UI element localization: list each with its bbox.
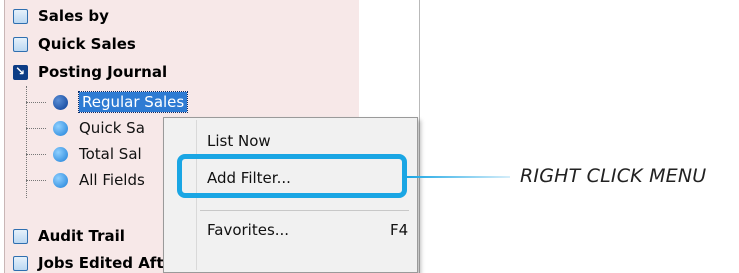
folder-icon [13, 36, 28, 52]
tree-connector-line [26, 102, 46, 103]
highlight-box [177, 154, 407, 198]
tree-child-label: Total Sal [79, 145, 142, 163]
report-dot-icon [53, 120, 68, 136]
open-folder-icon [13, 64, 28, 80]
tree-item-audit-trail[interactable]: Audit Trail [13, 222, 125, 250]
folder-icon [13, 228, 28, 244]
menu-item-favorites-shortcut: F4 [390, 221, 409, 239]
tree-item-posting-journal[interactable]: Posting Journal [13, 58, 167, 86]
tree-item-sales-by[interactable]: Sales by [13, 2, 109, 30]
folder-icon [13, 255, 28, 271]
tree-connector-line [26, 128, 46, 129]
menu-item-list-now[interactable]: List Now [207, 132, 271, 150]
tree-child-label: All Fields [79, 171, 145, 189]
tree-item-label: Sales by [38, 7, 109, 25]
menu-separator [200, 210, 409, 211]
folder-icon [13, 8, 28, 24]
tree-child-quick-sales[interactable]: Quick Sa [53, 115, 145, 141]
callout-line [407, 176, 510, 178]
tree-item-label: Quick Sales [38, 35, 136, 53]
tree-item-quick-sales[interactable]: Quick Sales [13, 30, 136, 58]
tree-child-label: Quick Sa [79, 119, 145, 137]
report-dot-icon [53, 94, 68, 110]
tree-child-all-fields[interactable]: All Fields [53, 167, 145, 193]
callout-label: RIGHT CLICK MENU [520, 165, 707, 187]
tree-child-total-sales[interactable]: Total Sal [53, 141, 142, 167]
tree-connector-line [26, 180, 46, 181]
report-dot-icon [53, 172, 68, 188]
menu-item-favorites[interactable]: Favorites... [207, 221, 289, 239]
tree-child-label: Regular Sales [77, 91, 189, 113]
tree-child-regular-sales[interactable]: Regular Sales [53, 89, 189, 115]
tree-item-label: Posting Journal [38, 63, 168, 81]
tree-item-label: Audit Trail [38, 227, 125, 245]
report-dot-icon [53, 146, 68, 162]
tree-connector-line [26, 154, 46, 155]
